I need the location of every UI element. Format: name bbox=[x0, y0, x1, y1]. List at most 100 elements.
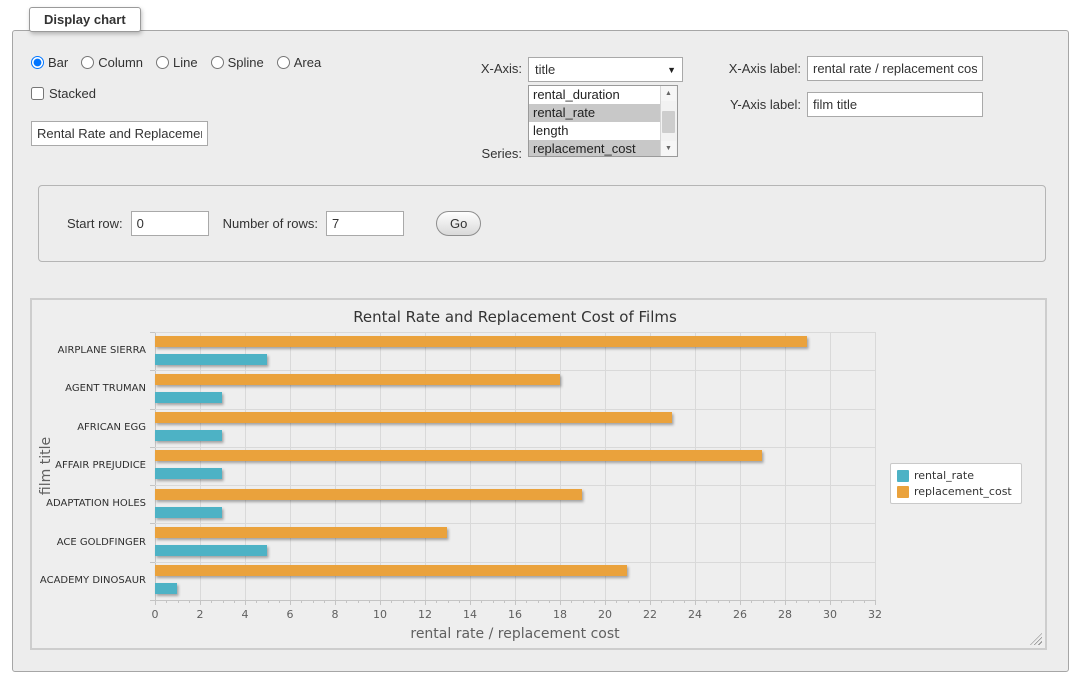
x-tick-label: 22 bbox=[635, 608, 665, 621]
vertical-gridline bbox=[380, 332, 381, 600]
chart-container: Rental Rate and Replacement Cost of Film… bbox=[30, 298, 1047, 650]
vertical-gridline bbox=[335, 332, 336, 600]
y-axis-label-field-label: Y-Axis label: bbox=[691, 97, 801, 112]
series-option-replacement_cost[interactable]: replacement_cost bbox=[529, 140, 661, 157]
x-tick-label: 6 bbox=[275, 608, 305, 621]
bar-rental_rate[interactable] bbox=[155, 354, 267, 365]
category-label: ADAPTATION HOLES bbox=[32, 498, 146, 509]
vertical-gridline bbox=[245, 332, 246, 600]
series-scrollbar[interactable]: ▲ ▼ bbox=[660, 86, 677, 156]
bar-replacement_cost[interactable] bbox=[155, 450, 762, 461]
x-tick-label: 16 bbox=[500, 608, 530, 621]
x-axis-title: rental rate / replacement cost bbox=[155, 626, 875, 642]
bar-replacement_cost[interactable] bbox=[155, 412, 672, 423]
vertical-gridline bbox=[515, 332, 516, 600]
horizontal-gridline bbox=[155, 370, 875, 371]
series-option-length[interactable]: length bbox=[529, 122, 661, 140]
bar-radio[interactable] bbox=[31, 56, 44, 69]
legend-item-replacement_cost[interactable]: replacement_cost bbox=[897, 485, 1012, 498]
chart-resize-handle[interactable] bbox=[1030, 633, 1042, 645]
x-axis-selected-value: title bbox=[535, 62, 555, 77]
series-select-label: Series: bbox=[412, 146, 522, 161]
spline-radio[interactable] bbox=[211, 56, 224, 69]
x-tick-label: 2 bbox=[185, 608, 215, 621]
column-radio[interactable] bbox=[81, 56, 94, 69]
vertical-gridline bbox=[695, 332, 696, 600]
horizontal-gridline bbox=[155, 562, 875, 563]
scroll-down-icon[interactable]: ▼ bbox=[661, 141, 676, 156]
row-range-panel: Start row: Number of rows: Go bbox=[38, 185, 1046, 262]
chart-legend: rental_rate replacement_cost bbox=[890, 463, 1022, 504]
bar-rental_rate[interactable] bbox=[155, 430, 222, 441]
go-button[interactable]: Go bbox=[436, 211, 481, 236]
x-tick-label: 8 bbox=[320, 608, 350, 621]
scrollbar-thumb[interactable] bbox=[662, 111, 675, 133]
bar-rental_rate[interactable] bbox=[155, 507, 222, 518]
chevron-down-icon: ▼ bbox=[667, 65, 676, 75]
number-of-rows-input[interactable] bbox=[326, 211, 404, 236]
chart-type-option-label: Column bbox=[98, 55, 143, 70]
start-row-label: Start row: bbox=[67, 216, 123, 231]
vertical-gridline bbox=[560, 332, 561, 600]
bar-replacement_cost[interactable] bbox=[155, 489, 582, 500]
y-axis-label-input[interactable] bbox=[807, 92, 983, 117]
bar-rental_rate[interactable] bbox=[155, 545, 267, 556]
y-axis-tick bbox=[150, 447, 155, 448]
x-tick-label: 20 bbox=[590, 608, 620, 621]
chart-type-option-area: Area bbox=[277, 55, 321, 70]
x-axis-select[interactable]: title ▼ bbox=[528, 57, 683, 82]
chart-type-option-spline: Spline bbox=[211, 55, 264, 70]
x-tick-label: 24 bbox=[680, 608, 710, 621]
panel-legend: Display chart bbox=[29, 7, 141, 32]
vertical-gridline bbox=[425, 332, 426, 600]
area-radio[interactable] bbox=[277, 56, 290, 69]
x-axis-label-field-label: X-Axis label: bbox=[691, 61, 801, 76]
legend-label: replacement_cost bbox=[914, 485, 1012, 498]
vertical-gridline bbox=[605, 332, 606, 600]
x-tick-label: 32 bbox=[860, 608, 890, 621]
scroll-up-icon[interactable]: ▲ bbox=[661, 86, 676, 101]
category-label: ACADEMY DINOSAUR bbox=[32, 575, 146, 586]
bar-replacement_cost[interactable] bbox=[155, 336, 807, 347]
chart-type-option-label: Area bbox=[294, 55, 321, 70]
series-multiselect[interactable]: rental_durationrental_ratelengthreplacem… bbox=[528, 85, 678, 157]
bar-replacement_cost[interactable] bbox=[155, 565, 627, 576]
series-option-rental_rate[interactable]: rental_rate bbox=[529, 104, 661, 122]
series-options: rental_durationrental_ratelengthreplacem… bbox=[529, 86, 661, 156]
x-tick-label: 28 bbox=[770, 608, 800, 621]
vertical-gridline bbox=[290, 332, 291, 600]
horizontal-gridline bbox=[155, 523, 875, 524]
bar-rental_rate[interactable] bbox=[155, 583, 177, 594]
legend-swatch bbox=[897, 486, 909, 498]
x-axis-label-input[interactable] bbox=[807, 56, 983, 81]
bar-replacement_cost[interactable] bbox=[155, 527, 447, 538]
start-row-input[interactable] bbox=[131, 211, 209, 236]
bar-rental_rate[interactable] bbox=[155, 468, 222, 479]
vertical-gridline bbox=[200, 332, 201, 600]
y-axis-tick bbox=[150, 600, 155, 601]
horizontal-gridline bbox=[155, 409, 875, 410]
y-axis-tick bbox=[150, 485, 155, 486]
horizontal-gridline bbox=[155, 447, 875, 448]
chart-type-option-column: Column bbox=[81, 55, 143, 70]
vertical-gridline bbox=[740, 332, 741, 600]
bar-rental_rate[interactable] bbox=[155, 392, 222, 403]
stacked-checkbox[interactable] bbox=[31, 87, 44, 100]
stacked-row: Stacked bbox=[31, 86, 96, 101]
y-axis-tick bbox=[150, 562, 155, 563]
line-radio[interactable] bbox=[156, 56, 169, 69]
horizontal-gridline bbox=[155, 332, 875, 333]
vertical-gridline bbox=[830, 332, 831, 600]
x-tick-label: 30 bbox=[815, 608, 845, 621]
x-axis-major-tick bbox=[875, 600, 876, 605]
legend-item-rental_rate[interactable]: rental_rate bbox=[897, 469, 1012, 482]
vertical-gridline bbox=[785, 332, 786, 600]
chart-type-radio-group: BarColumnLineSplineArea bbox=[31, 55, 321, 70]
legend-label: rental_rate bbox=[914, 469, 974, 482]
chart-title-input[interactable] bbox=[31, 121, 208, 146]
y-axis-title: film title bbox=[38, 437, 54, 495]
vertical-gridline bbox=[650, 332, 651, 600]
x-tick-label: 0 bbox=[140, 608, 170, 621]
bar-replacement_cost[interactable] bbox=[155, 374, 560, 385]
series-option-rental_duration[interactable]: rental_duration bbox=[529, 86, 661, 104]
